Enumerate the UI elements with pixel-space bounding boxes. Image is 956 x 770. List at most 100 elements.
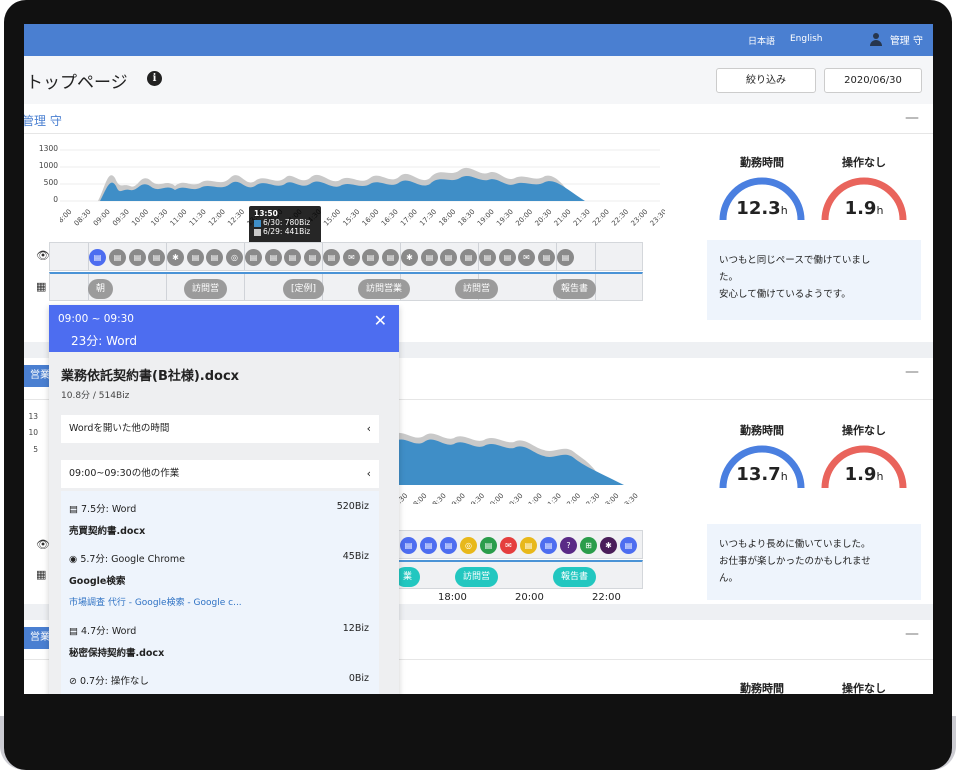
user-menu[interactable]: 管理 守 [869, 32, 923, 47]
slack-app-chip[interactable]: ✱ [600, 537, 617, 554]
activity-detail-popup: 09:00 ~ 09:30 23分: Word ✕ 業務依託契約書(B社様).d… [49, 305, 399, 694]
close-icon[interactable]: ✕ [374, 311, 387, 330]
list-item[interactable]: ◉ 5.7分: Google Chrome 45Biz Google検索 市場調… [69, 551, 373, 608]
app-chip[interactable]: ▤ [557, 249, 574, 266]
ai-comment: いつもと同じペースで働けていまし た。 安心して働けているようです。 [707, 240, 921, 320]
tooltip-time: 13:50 [254, 209, 278, 218]
word-app-chip[interactable]: ▤ [89, 249, 106, 266]
x-tick-label: 10:30 [149, 208, 169, 228]
time-label: 22:00 [592, 592, 621, 603]
activity-area-chart: 08:00 08:30 09:00 09:30 10:00 10:30 11:00 11:30… [60, 149, 665, 228]
app-chip[interactable]: ▤ [421, 249, 438, 266]
popup-time-range: 09:00 ~ 09:30 [58, 313, 134, 325]
app-chip[interactable]: ▤ [400, 537, 417, 554]
mail-app-chip[interactable]: ✉ [343, 249, 360, 266]
biz-value: 520Biz [336, 501, 369, 512]
x-tick-label: 15:00 [322, 208, 342, 228]
x-tick-label: 20:00 [485, 492, 505, 504]
page-header: トップページ i 絞り込み 2020/06/30 [24, 56, 933, 104]
app-chip[interactable]: ▤ [362, 249, 379, 266]
activity-area-chart: 17:30 18:00 18:30 19:00 19:30 20:00 20:30 21:00… [394, 432, 640, 504]
app-chip[interactable]: ▤ [540, 537, 557, 554]
app-chip[interactable]: ▤ [148, 249, 165, 266]
app-chip[interactable]: ▤ [440, 249, 457, 266]
app-chip[interactable]: ◎ [226, 249, 243, 266]
chevron-left-icon: ‹ [366, 422, 371, 435]
app-chip[interactable]: ▤ [538, 249, 555, 266]
app-chip[interactable]: ▤ [109, 249, 126, 266]
section-label: Wordを開いた他の時間 [69, 423, 170, 434]
x-tick-label: 23:30 [620, 492, 640, 504]
collapse-icon[interactable]: — [905, 110, 919, 126]
app-chip[interactable]: ▤ [620, 537, 637, 554]
x-tick-label: 17:30 [418, 208, 438, 228]
x-tick-label: 20:30 [505, 492, 525, 504]
app-chip[interactable]: ✱ [167, 249, 184, 266]
app-chip[interactable]: ▤ [245, 249, 262, 266]
schedule-event[interactable]: 訪問営 [455, 567, 499, 587]
app-chip[interactable]: ▤ [187, 249, 204, 266]
list-item[interactable]: ▤ 4.7分: Word 12Biz 秘密保持契約書.docx [69, 623, 373, 659]
doc-icon: ▤ [69, 504, 81, 515]
eye-icon: 👁 [36, 249, 50, 262]
app-chip[interactable]: ▤ [265, 249, 282, 266]
x-tick-label: 18:30 [428, 492, 448, 504]
idle-time-title: 操作なし [842, 424, 886, 437]
app-chip[interactable]: ▤ [479, 249, 496, 266]
app-chip[interactable]: ▤ [284, 249, 301, 266]
app-chip[interactable]: ▤ [499, 249, 516, 266]
app-chip[interactable]: ▤ [480, 537, 497, 554]
tooltip-line-prev: 6/29: 441Biz [263, 227, 311, 236]
y-tick: 1000 [38, 161, 58, 170]
popup-app-summary: 23分: Word [71, 334, 137, 348]
app-chip[interactable]: ▤ [520, 537, 537, 554]
page-link[interactable]: 市場調査 代行 - Google検索 - Google c... [69, 595, 373, 608]
card-user-name[interactable]: 管理 守 [24, 112, 62, 129]
app-chip[interactable]: ▤ [460, 249, 477, 266]
app-chip[interactable]: ▤ [206, 249, 223, 266]
doc-title: 売買契約書.docx [69, 526, 146, 537]
schedule-event[interactable]: [定例] [283, 279, 325, 299]
work-time-title: 勤務時間 [740, 682, 784, 694]
lang-ja-link[interactable]: 日本語 [748, 34, 775, 47]
card-header: 管理 守 — [24, 104, 933, 134]
x-ticks-card2: 17:30 18:00 18:30 19:00 19:30 20:00 20:30 21:00… [394, 492, 640, 504]
app-chip[interactable]: ▤ [323, 249, 340, 266]
lang-en-link[interactable]: English [790, 34, 823, 44]
schedule-event[interactable]: 報告書 [553, 279, 597, 299]
app-chip[interactable]: ▤ [304, 249, 321, 266]
app-chip[interactable]: ▤ [382, 249, 399, 266]
x-tick-label: 18:00 [437, 208, 457, 228]
app-chip[interactable]: ▤ [129, 249, 146, 266]
work-time-title: 勤務時間 [740, 156, 784, 169]
collapse-icon[interactable]: — [905, 364, 919, 380]
work-time-value: 12.3h [736, 198, 788, 219]
y-tick: 10 [28, 428, 38, 437]
schedule-event[interactable]: 訪問営 [455, 279, 499, 299]
schedule-event[interactable]: 朝 [88, 279, 114, 299]
schedule-event[interactable]: 訪問営業 [358, 279, 411, 299]
x-tick-label: 18:00 [409, 492, 429, 504]
date-button[interactable]: 2020/06/30 [824, 68, 922, 93]
x-tick-label: 22:30 [581, 492, 601, 504]
chrome-icon: ◉ [69, 554, 81, 565]
mail-app-chip[interactable]: ✉ [500, 537, 517, 554]
mail-app-chip[interactable]: ✉ [518, 249, 535, 266]
x-tick-label: 09:30 [111, 208, 131, 228]
other-tasks-section[interactable]: 09:00~09:30の他の作業 ‹ [61, 460, 379, 488]
sheet-app-chip[interactable]: ⊞ [580, 537, 597, 554]
chrome-app-chip[interactable]: ◎ [460, 537, 477, 554]
collapse-icon[interactable]: — [905, 626, 919, 642]
app-chip[interactable]: ▤ [440, 537, 457, 554]
app-chip[interactable]: ✱ [401, 249, 418, 266]
x-tick-label: 20:30 [533, 208, 553, 228]
other-times-section[interactable]: Wordを開いた他の時間 ‹ [61, 415, 379, 443]
app-chip[interactable]: ▤ [420, 537, 437, 554]
info-icon[interactable]: i [147, 71, 162, 86]
list-item[interactable]: ▤ 7.5分: Word 520Biz 売買契約書.docx [69, 501, 373, 537]
schedule-event[interactable]: 報告書 [553, 567, 597, 587]
schedule-event[interactable]: 訪問営 [184, 279, 228, 299]
list-item[interactable]: ⊘ 0.7分: 操作なし 0Biz [69, 673, 373, 687]
help-app-chip[interactable]: ? [560, 537, 577, 554]
filter-button[interactable]: 絞り込み [716, 68, 816, 93]
